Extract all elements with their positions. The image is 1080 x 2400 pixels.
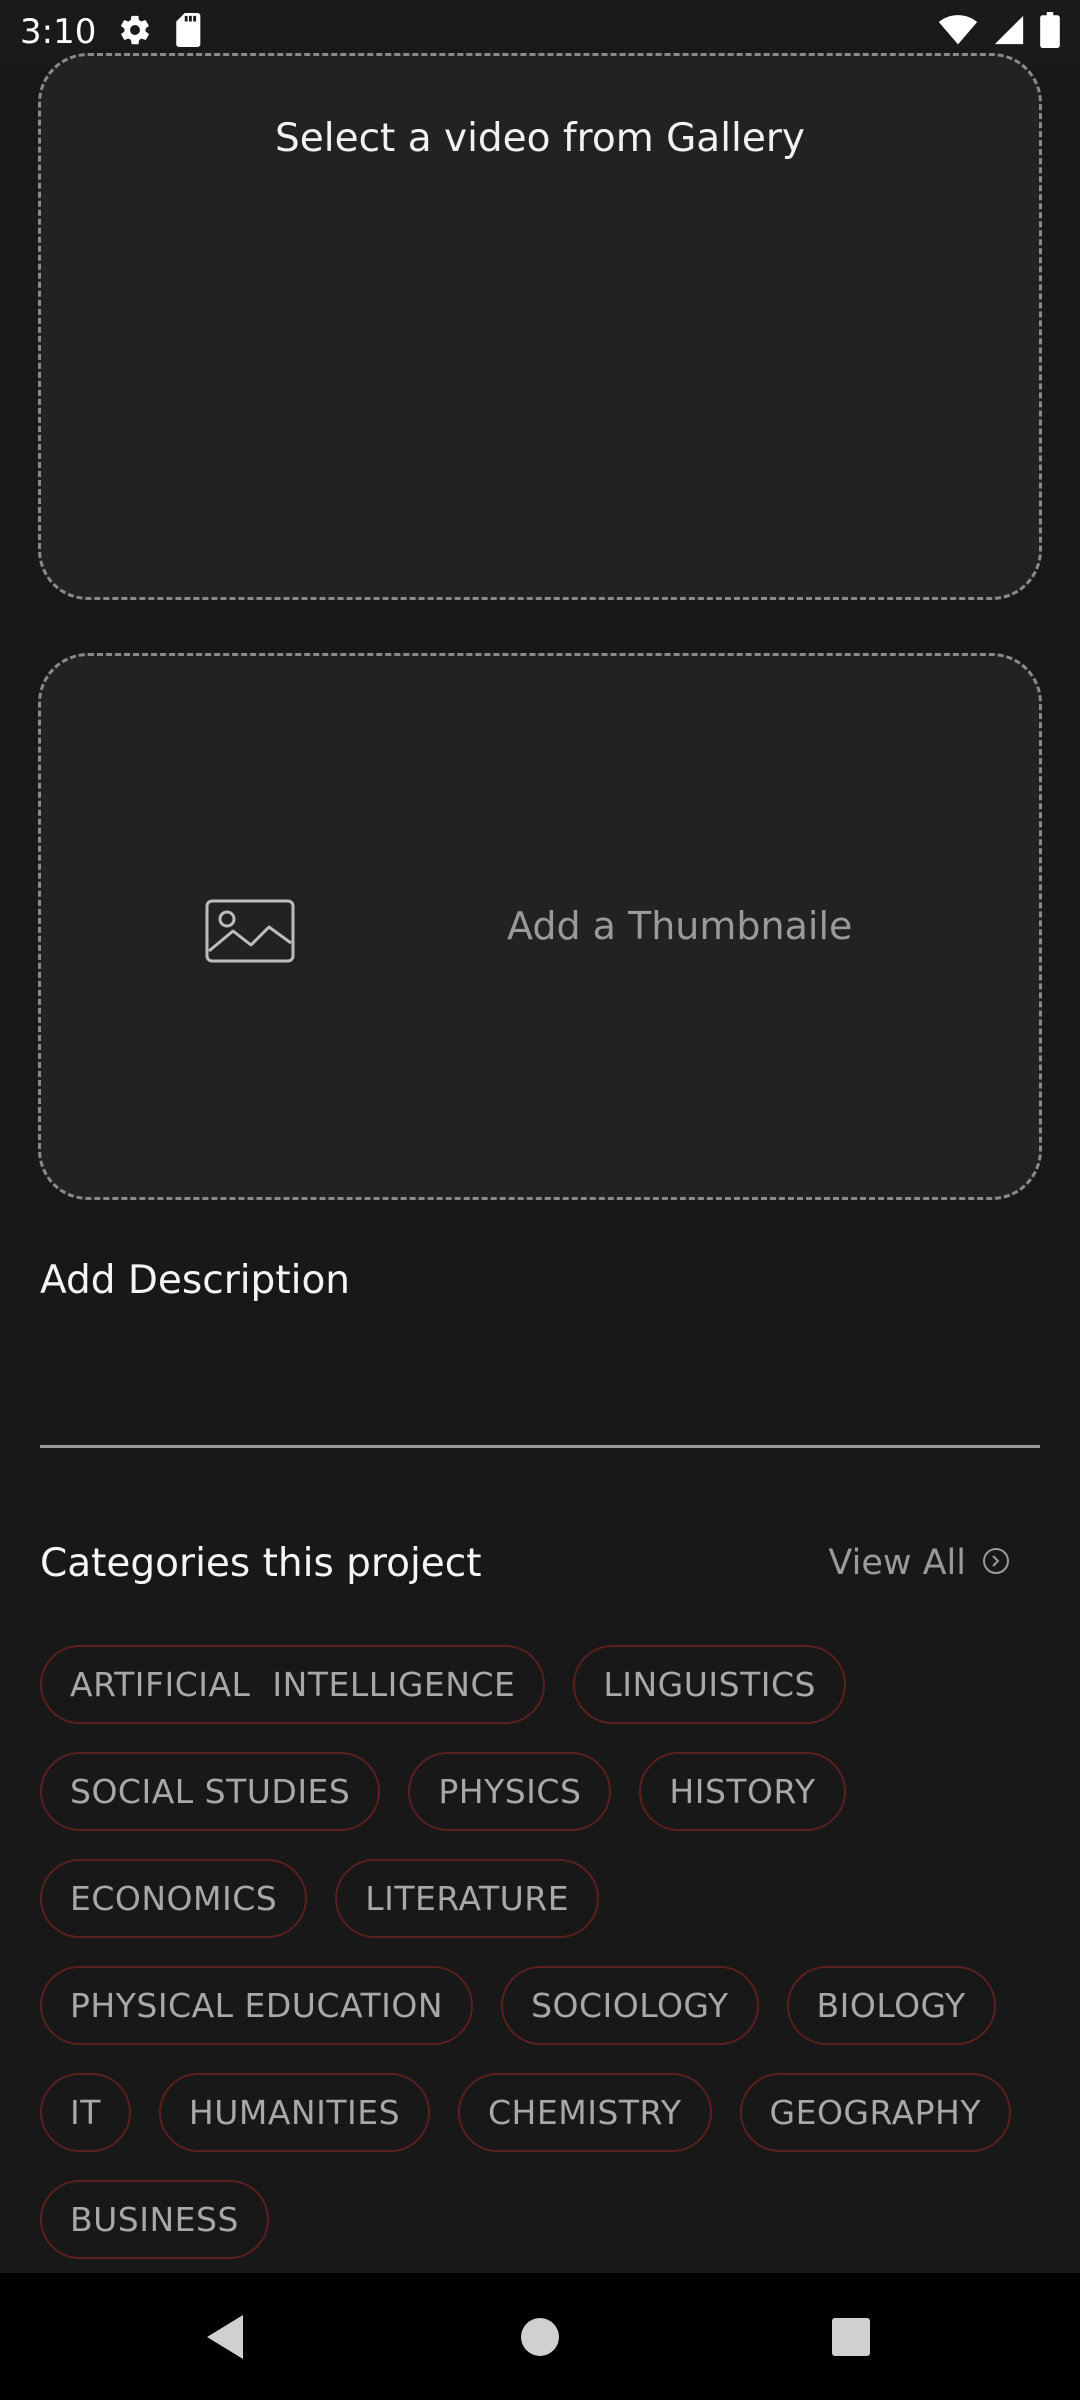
category-chip[interactable]: LITERATURE <box>335 1859 600 1938</box>
category-chip[interactable]: BIOLOGY <box>786 1966 996 2045</box>
gear-icon <box>118 13 152 51</box>
category-chip[interactable]: PHYSICAL EDUCATION <box>40 1966 474 2045</box>
battery-icon <box>1040 11 1060 52</box>
video-picker-card[interactable]: Select a video from Gallery <box>38 53 1042 600</box>
signal-icon <box>992 13 1026 51</box>
chevron-circle-icon <box>982 1547 1010 1579</box>
home-icon[interactable] <box>520 2317 560 2357</box>
category-chip[interactable]: HISTORY <box>639 1752 846 1831</box>
view-all-label: View All <box>828 1543 966 1583</box>
category-chip[interactable]: CHEMISTRY <box>458 2073 712 2152</box>
video-picker-label: Select a video from Gallery <box>275 116 805 161</box>
category-chip[interactable]: ECONOMICS <box>40 1859 308 1938</box>
category-chip[interactable]: LINGUISTICS <box>573 1645 846 1724</box>
thumbnail-picker-card[interactable]: Add a Thumbnaile <box>38 653 1042 1200</box>
category-chips: ARTIFICIAL INTELLIGENCE LINGUISTICS SOCI… <box>40 1645 1050 2259</box>
description-input[interactable] <box>40 1445 1040 1448</box>
wifi-icon <box>938 14 978 50</box>
status-time: 3:10 <box>20 11 97 52</box>
back-icon[interactable] <box>203 2313 247 2361</box>
recents-icon[interactable] <box>831 2317 871 2357</box>
upload-form: Select a video from Gallery Add a Thumbn… <box>0 53 1080 2273</box>
categories-title: Categories this project <box>40 1541 482 1586</box>
category-chip[interactable]: GEOGRAPHY <box>739 2073 1012 2152</box>
category-chip[interactable]: ARTIFICIAL INTELLIGENCE <box>40 1645 546 1724</box>
thumbnail-picker-label: Add a Thumbnaile <box>507 904 853 948</box>
description-label: Add Description <box>40 1258 351 1303</box>
category-chip[interactable]: PHYSICS <box>408 1752 612 1831</box>
sd-card-icon <box>174 12 204 51</box>
category-chip[interactable]: SOCIOLOGY <box>501 1966 759 2045</box>
category-chip[interactable]: IT <box>40 2073 131 2152</box>
navigation-bar <box>0 2273 1080 2400</box>
category-chip[interactable]: BUSINESS <box>40 2180 269 2259</box>
image-icon <box>205 899 295 963</box>
view-all-button[interactable]: View All <box>828 1543 1010 1583</box>
category-chip[interactable]: HUMANITIES <box>158 2073 431 2152</box>
category-chip[interactable]: SOCIAL STUDIES <box>40 1752 381 1831</box>
